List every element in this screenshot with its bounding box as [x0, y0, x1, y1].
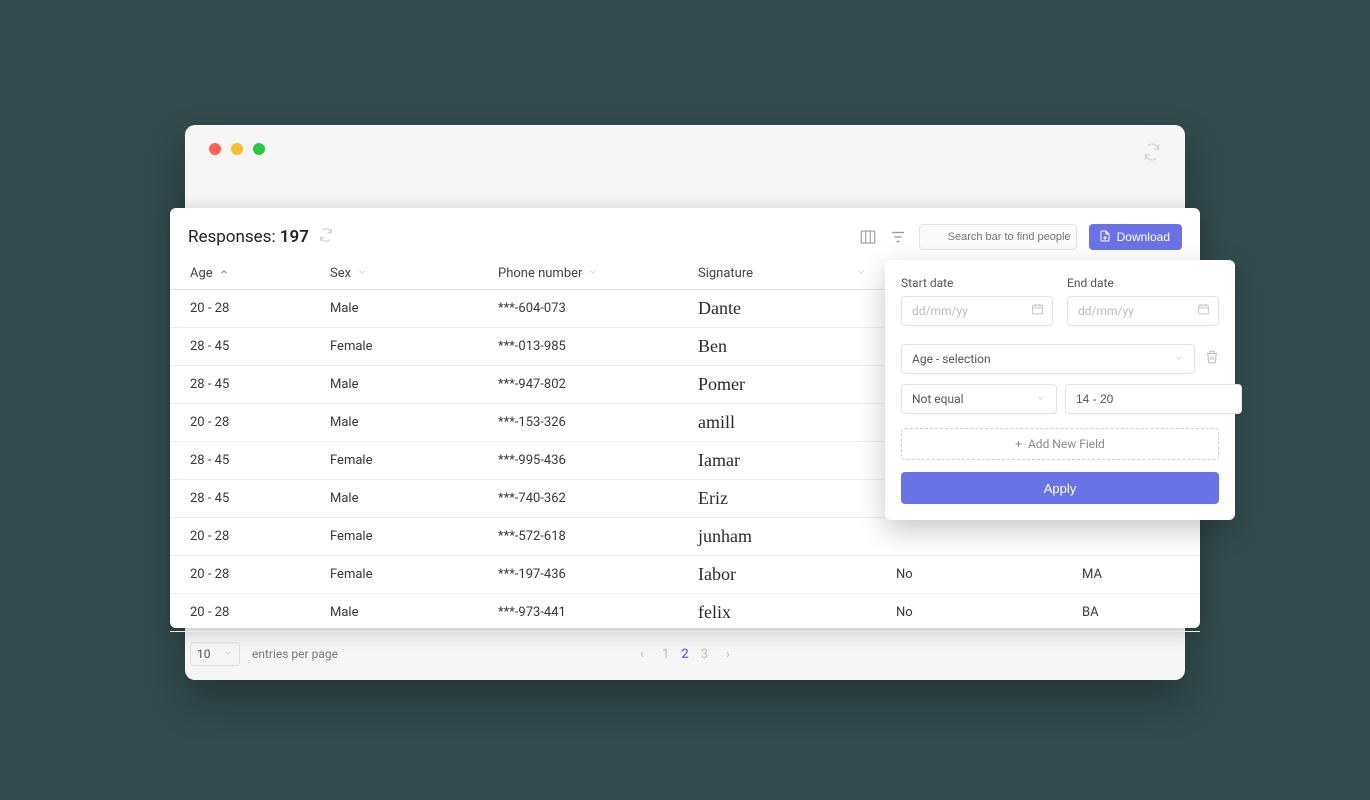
refresh-icon[interactable]	[319, 228, 333, 246]
chevron-down-icon	[223, 648, 233, 661]
cell-sex: Female	[310, 328, 478, 366]
download-icon	[1099, 230, 1111, 245]
cell-sex: Male	[310, 366, 478, 404]
search-input[interactable]	[919, 224, 1077, 250]
cell-signature: Iabor	[678, 556, 876, 594]
panel-header: Responses: 197 Dow	[170, 208, 1200, 258]
cell-extra2: MA	[1062, 556, 1200, 594]
cell-age: 28 - 45	[170, 442, 310, 480]
filter-icon[interactable]	[889, 228, 907, 246]
cell-phone: ***-740-362	[478, 480, 678, 518]
filter-value-input[interactable]	[1065, 384, 1242, 414]
cell-extra1	[876, 518, 1062, 556]
col-phone[interactable]: Phone number	[478, 258, 678, 290]
cell-phone: ***-995-436	[478, 442, 678, 480]
chevron-down-icon	[1036, 393, 1046, 406]
page-title: Responses: 197	[188, 227, 309, 247]
cell-extra2: BA	[1062, 594, 1200, 632]
cell-phone: ***-604-073	[478, 290, 678, 328]
calendar-icon	[1031, 303, 1044, 320]
close-window-dot[interactable]	[209, 143, 221, 155]
response-count: 197	[280, 227, 309, 247]
traffic-lights	[209, 143, 265, 155]
cell-sex: Female	[310, 518, 478, 556]
cell-phone: ***-572-618	[478, 518, 678, 556]
table-row[interactable]: 20 - 28Male***-973-441felixNoBA	[170, 594, 1200, 632]
pager-page[interactable]: 3	[701, 647, 708, 662]
cell-signature: amill	[678, 404, 876, 442]
apply-button[interactable]: Apply	[901, 472, 1219, 504]
cell-sex: Female	[310, 442, 478, 480]
search-wrap	[919, 224, 1077, 250]
cell-extra1: No	[876, 556, 1062, 594]
filter-popover: Start date dd/mm/yy End date dd/mm/yy Ag…	[885, 260, 1235, 520]
cell-age: 20 - 28	[170, 404, 310, 442]
title-prefix: Responses:	[188, 227, 280, 247]
table-row[interactable]: 20 - 28Female***-197-436IaborNoMA	[170, 556, 1200, 594]
table-row[interactable]: 20 - 28Female***-572-618junham	[170, 518, 1200, 556]
panel-footer: 10 entries per page ‹ 123 ›	[170, 632, 1200, 676]
cell-age: 28 - 45	[170, 366, 310, 404]
filter-operator-select[interactable]: Not equal	[901, 384, 1057, 414]
cell-signature: Pomer	[678, 366, 876, 404]
chevron-down-icon	[1174, 353, 1184, 366]
cell-age: 20 - 28	[170, 556, 310, 594]
pager-next[interactable]: ›	[726, 647, 730, 662]
start-date-label: Start date	[901, 276, 1053, 290]
cell-age: 20 - 28	[170, 594, 310, 632]
pagination: ‹ 123 ›	[640, 647, 730, 662]
cell-signature: Ben	[678, 328, 876, 366]
add-field-button[interactable]: + Add New Field	[901, 428, 1219, 460]
sync-icon	[1143, 143, 1161, 166]
cell-age: 20 - 28	[170, 518, 310, 556]
pager-page[interactable]: 2	[681, 647, 688, 662]
cell-signature: felix	[678, 594, 876, 632]
cell-signature: junham	[678, 518, 876, 556]
col-signature[interactable]: Signature	[678, 258, 876, 290]
cell-phone: ***-013-985	[478, 328, 678, 366]
maximize-window-dot[interactable]	[253, 143, 265, 155]
cell-signature: Eriz	[678, 480, 876, 518]
cell-age: 20 - 28	[170, 290, 310, 328]
cell-extra1: No	[876, 594, 1062, 632]
filter-field-select[interactable]: Age - selection	[901, 344, 1195, 374]
cell-phone: ***-947-802	[478, 366, 678, 404]
download-label: Download	[1117, 230, 1170, 244]
cell-age: 28 - 45	[170, 328, 310, 366]
end-date-label: End date	[1067, 276, 1219, 290]
start-date-input[interactable]: dd/mm/yy	[901, 296, 1053, 326]
cell-sex: Male	[310, 290, 478, 328]
cell-sex: Male	[310, 480, 478, 518]
per-page-label: entries per page	[252, 647, 338, 661]
columns-icon[interactable]	[859, 228, 877, 246]
pager-page[interactable]: 1	[662, 647, 669, 662]
cell-sex: Female	[310, 556, 478, 594]
col-age[interactable]: Age	[170, 258, 310, 290]
cell-age: 28 - 45	[170, 480, 310, 518]
download-button[interactable]: Download	[1089, 224, 1182, 250]
minimize-window-dot[interactable]	[231, 143, 243, 155]
cell-sex: Male	[310, 594, 478, 632]
sort-ascending-icon	[219, 267, 229, 280]
cell-extra2	[1062, 518, 1200, 556]
cell-phone: ***-973-441	[478, 594, 678, 632]
cell-sex: Male	[310, 404, 478, 442]
calendar-icon	[1197, 303, 1210, 320]
chevron-down-icon	[357, 267, 367, 280]
cell-signature: Iamar	[678, 442, 876, 480]
chevron-down-icon	[856, 267, 866, 280]
cell-phone: ***-153-326	[478, 404, 678, 442]
cell-signature: Dante	[678, 290, 876, 328]
page-size-select[interactable]: 10	[190, 642, 240, 666]
pager-prev[interactable]: ‹	[640, 647, 644, 662]
end-date-input[interactable]: dd/mm/yy	[1067, 296, 1219, 326]
col-sex[interactable]: Sex	[310, 258, 478, 290]
cell-phone: ***-197-436	[478, 556, 678, 594]
trash-icon[interactable]	[1205, 350, 1219, 368]
plus-icon: +	[1015, 437, 1022, 451]
chevron-down-icon	[588, 267, 598, 280]
